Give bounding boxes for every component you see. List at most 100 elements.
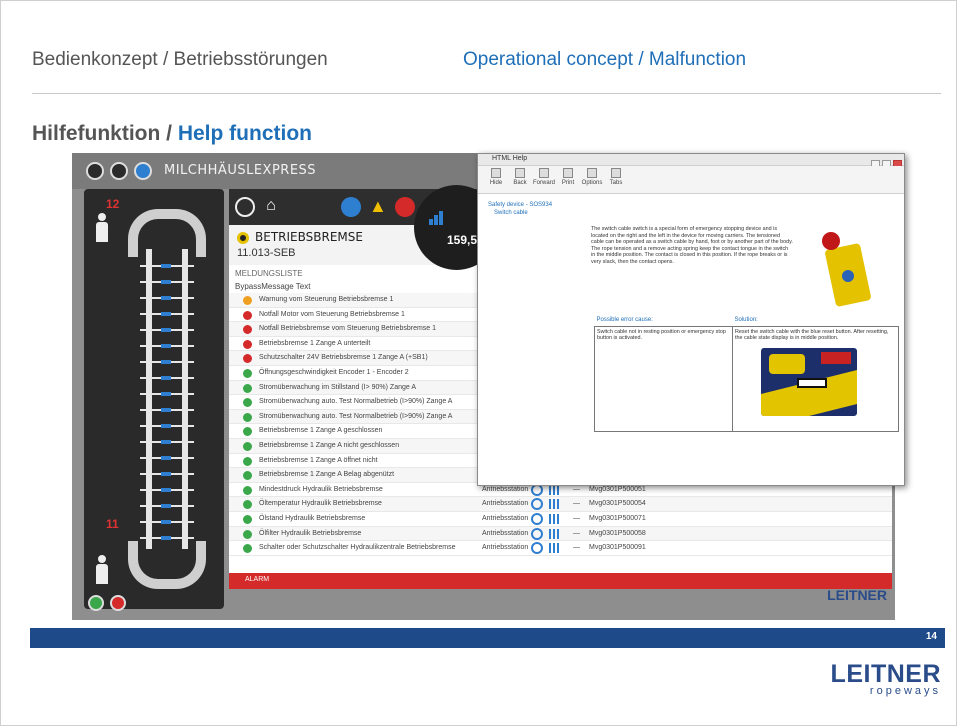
toolbar-button-label: Print bbox=[561, 180, 575, 186]
acknowledge-icon[interactable] bbox=[531, 498, 543, 511]
carrier-marker bbox=[161, 280, 171, 284]
help-toolbar: Hide Back Forward Print Options Tabs bbox=[478, 166, 904, 194]
solution-header: Solution: bbox=[734, 316, 758, 323]
status-dot-icon bbox=[243, 441, 252, 451]
bottom-station-bullwheel bbox=[128, 541, 206, 589]
carrier-marker bbox=[161, 472, 171, 476]
carrier-marker bbox=[161, 376, 171, 380]
toolbar-button-print[interactable]: Print bbox=[556, 168, 580, 186]
user-icon[interactable] bbox=[134, 162, 152, 180]
header-divider bbox=[32, 93, 941, 94]
acknowledge-icon[interactable] bbox=[531, 512, 543, 525]
menu-icon[interactable] bbox=[86, 162, 104, 180]
carrier-marker bbox=[161, 408, 171, 412]
nav-item-switch-cable[interactable]: Switch cable bbox=[494, 210, 528, 216]
operator-icon-bottom bbox=[94, 555, 110, 585]
message-text: Mindestdruck Hydraulik Betriebsbremse bbox=[259, 485, 383, 493]
help-description: The switch cable switch is a special for… bbox=[591, 226, 793, 265]
message-location: Antriebsstation bbox=[482, 500, 529, 508]
separator-dash: — bbox=[573, 514, 580, 522]
message-code: Mvg0301P500091 bbox=[589, 544, 646, 552]
home-icon[interactable]: ⌂ bbox=[261, 197, 281, 217]
gauge-value: 159,5 bbox=[447, 233, 478, 247]
separator-dash: — bbox=[573, 500, 580, 508]
column-bypass[interactable]: Bypass bbox=[235, 282, 261, 291]
footer-bar: 14 bbox=[30, 628, 945, 648]
leitner-logo: LEITNER ropeways bbox=[831, 660, 941, 697]
message-list-caption: MELDUNGSLISTE bbox=[235, 269, 303, 278]
toolbar-button-forward[interactable]: Forward bbox=[532, 168, 556, 186]
carrier-marker bbox=[161, 360, 171, 364]
carrier-marker bbox=[161, 328, 171, 332]
component-status-icon bbox=[237, 232, 249, 244]
status-alarm-icon[interactable] bbox=[110, 595, 126, 611]
section-title-highlight: Help function bbox=[177, 122, 312, 145]
zone-bottom-label: 11 bbox=[106, 517, 119, 531]
level-bars-icon bbox=[549, 513, 559, 524]
message-row[interactable]: Öltemperatur Hydraulik Betriebsbremse Ant… bbox=[229, 497, 892, 512]
toolbar-button-back[interactable]: Back bbox=[508, 168, 532, 186]
settings-icon[interactable] bbox=[235, 197, 255, 217]
alarm-footer-bar: ALARM bbox=[229, 573, 892, 589]
carrier-marker bbox=[161, 424, 171, 428]
message-text: Betriebsbremse 1 Zange A unterteilt bbox=[259, 339, 371, 347]
section-title: Hilfefunktion / Help function bbox=[32, 122, 312, 146]
installation-name: MILCHHÄUSLEXPRESS bbox=[164, 163, 317, 178]
carrier-marker bbox=[161, 392, 171, 396]
help-window: HTML Help Hide Back Forward Print Options Tab… bbox=[477, 153, 905, 486]
message-row[interactable]: Ölfilter Hydraulik Betriebsbremse Antrieb… bbox=[229, 526, 892, 542]
carrier-marker bbox=[161, 344, 171, 348]
help-navigation: Safety device - SOS934 Switch cable bbox=[478, 194, 578, 485]
carrier-marker bbox=[161, 296, 171, 300]
help-window-title: HTML Help bbox=[492, 155, 528, 162]
cause-header: Possible error cause: bbox=[596, 316, 653, 323]
alarm-icon[interactable] bbox=[395, 197, 415, 217]
message-text: Betriebsbremse 1 Zange A geschlossen bbox=[259, 427, 383, 435]
level-bars-icon bbox=[549, 484, 559, 495]
toolbar-button-tabs[interactable]: Tabs bbox=[604, 168, 628, 186]
error-cause-table: Possible error cause: Solution: Switch c… bbox=[594, 314, 899, 432]
app-logo: LEITNER bbox=[827, 587, 887, 603]
message-code: Mvg0301P500054 bbox=[589, 500, 646, 508]
separator-dash: — bbox=[573, 485, 580, 493]
carrier-marker bbox=[161, 312, 171, 316]
toolbar-icon bbox=[539, 168, 549, 178]
toolbar-button-label: Options bbox=[581, 180, 603, 186]
solution-text: Reset the switch cable with the blue res… bbox=[735, 328, 889, 342]
operator-icon-top bbox=[94, 213, 110, 243]
message-text: Schalter oder Schutzschalter Hydraulikze… bbox=[259, 544, 456, 552]
toolbar-icon bbox=[563, 168, 573, 178]
reset-switch-photo bbox=[761, 347, 857, 416]
message-row[interactable]: Ölstand Hydraulik Betriebsbremse Antriebs… bbox=[229, 512, 892, 527]
message-text: Ölfilter Hydraulik Betriebsbremse bbox=[259, 529, 362, 537]
message-location: Antriebsstation bbox=[482, 544, 529, 552]
carrier-marker bbox=[161, 520, 171, 524]
switch-device-image bbox=[820, 226, 878, 308]
top-station-bullwheel bbox=[128, 209, 206, 257]
nav-item-safety-device[interactable]: Safety device - SOS934 bbox=[488, 202, 552, 208]
header-title-en: Operational concept / Malfunction bbox=[463, 49, 747, 70]
acknowledge-icon[interactable] bbox=[531, 542, 543, 555]
status-ok-icon[interactable] bbox=[88, 595, 104, 611]
status-dot-icon bbox=[243, 368, 252, 378]
toolbar-button-hide[interactable]: Hide bbox=[484, 168, 508, 186]
message-text: Warnung vom Steuerung Betriebsbremse 1 bbox=[259, 296, 394, 303]
page-number: 14 bbox=[925, 631, 937, 642]
carrier-marker bbox=[161, 456, 171, 460]
info-icon[interactable] bbox=[341, 197, 361, 217]
status-dot-icon bbox=[243, 325, 252, 335]
toolbar-button-options[interactable]: Options bbox=[580, 168, 604, 186]
message-text: Notfall Motor vom Steuerung Betriebsbrem… bbox=[259, 310, 405, 318]
status-dot-icon bbox=[243, 544, 252, 554]
glasses-icon[interactable] bbox=[110, 162, 128, 180]
acknowledge-icon[interactable] bbox=[531, 527, 543, 540]
component-code: 11.013-SEB bbox=[237, 247, 296, 259]
message-row[interactable]: Schalter oder Schutzschalter Hydraulikze… bbox=[229, 541, 892, 556]
logo-wordmark: LEITNER bbox=[830, 660, 941, 688]
column-message[interactable]: Message Text bbox=[261, 282, 310, 291]
warning-icon[interactable]: ▲ bbox=[369, 197, 389, 217]
message-code: Mvg0301P500071 bbox=[589, 514, 646, 522]
cause-text: Switch cable not in resting position or … bbox=[594, 325, 733, 432]
track-rail-left bbox=[146, 249, 152, 549]
carrier-marker bbox=[161, 264, 171, 268]
